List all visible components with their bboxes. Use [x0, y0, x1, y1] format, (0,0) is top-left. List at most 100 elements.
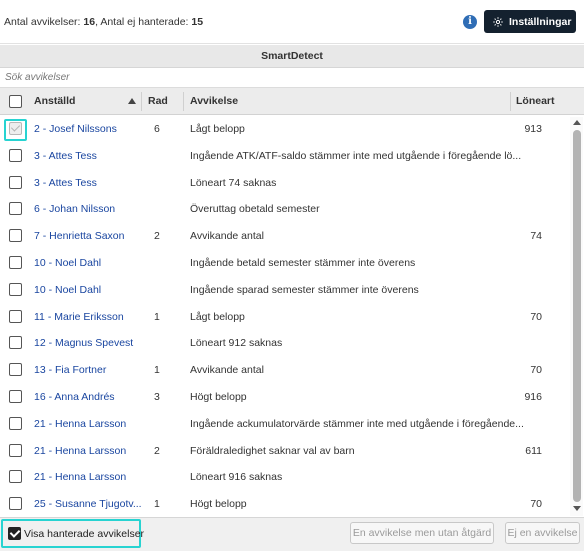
- employee-link[interactable]: 21 - Henna Larsson: [34, 418, 126, 430]
- column-header-employee[interactable]: Anställd: [34, 95, 75, 107]
- employee-link[interactable]: 13 - Fia Fortner: [34, 364, 106, 376]
- row-number: 6: [154, 123, 160, 135]
- row-checkbox[interactable]: [9, 202, 22, 216]
- row-checkbox[interactable]: [9, 416, 22, 430]
- table-row[interactable]: 12 - Magnus Spevest Löneart 912 saknas: [0, 329, 568, 356]
- row-number: 2: [154, 444, 160, 457]
- show-handled-checkbox[interactable]: [8, 527, 21, 540]
- deviation-without-action-button[interactable]: En avvikelse men utan åtgärd: [350, 522, 494, 544]
- deviation-text: Avvikande antal: [190, 230, 264, 243]
- table-row[interactable]: 21 - Henna Larsson Ingående ackumulatorv…: [0, 410, 568, 437]
- table-row[interactable]: 21 - Henna Larsson 2 Föräldraledighet sa…: [0, 437, 568, 464]
- top-bar: Antal avvikelser: 16, Antal ej hanterade…: [0, 0, 584, 44]
- row-checkbox[interactable]: [9, 470, 22, 484]
- table-row[interactable]: 3 - Attes Tess Löneart 74 saknas: [0, 169, 568, 196]
- deviation-text: Löneart 74 saknas: [190, 176, 277, 189]
- unhandled-label: , Antal ej hanterade:: [95, 16, 189, 28]
- employee-link[interactable]: 16 - Anna Andrés: [34, 391, 115, 403]
- deviation-text: Ingående sparad semester stämmer inte öv…: [190, 283, 419, 296]
- table-row[interactable]: 16 - Anna Andrés 3 Högt belopp 916: [0, 383, 568, 410]
- table-row[interactable]: 11 - Marie Eriksson 1 Lågt belopp 70: [0, 303, 568, 330]
- table-row[interactable]: 2 - Josef Nilssons 6 Lågt belopp 913: [0, 115, 568, 142]
- table-header: Anställd Rad Avvikelse Löneart: [0, 88, 584, 115]
- row-checkbox[interactable]: [9, 148, 22, 162]
- table-row[interactable]: 25 - Susanne Tjugotv... 1 Högt belopp 70: [0, 490, 568, 517]
- column-header-deviation[interactable]: Avvikelse: [190, 95, 238, 107]
- wage-type: 70: [530, 498, 542, 511]
- not-a-deviation-button[interactable]: Ej en avvikelse: [505, 522, 580, 544]
- employee-link[interactable]: 3 - Attes Tess: [34, 177, 97, 189]
- deviation-text: Ingående betald semester stämmer inte öv…: [190, 257, 416, 269]
- deviation-text: Högt belopp: [190, 498, 247, 511]
- deviation-text: Löneart 912 saknas: [190, 337, 283, 350]
- row-checkbox[interactable]: [9, 497, 22, 511]
- select-all-checkbox[interactable]: [9, 95, 22, 108]
- scroll-up-icon[interactable]: [573, 120, 581, 125]
- column-divider: [141, 92, 142, 111]
- employee-link[interactable]: 10 - Noel Dahl: [34, 284, 101, 296]
- column-divider: [510, 92, 511, 111]
- row-checkbox[interactable]: [9, 336, 22, 350]
- info-icon[interactable]: i: [463, 15, 477, 29]
- row-number: 2: [154, 230, 160, 243]
- settings-button[interactable]: Inställningar: [484, 10, 576, 33]
- wage-type: 916: [524, 391, 542, 403]
- deviation-text: Avvikande antal: [190, 364, 264, 377]
- wage-type: 913: [524, 123, 542, 135]
- row-number: 3: [154, 391, 160, 403]
- employee-link[interactable]: 25 - Susanne Tjugotv...: [34, 498, 142, 510]
- row-number: 1: [154, 498, 160, 511]
- employee-link[interactable]: 2 - Josef Nilssons: [34, 123, 117, 135]
- employee-link[interactable]: 21 - Henna Larsson: [34, 445, 126, 457]
- table-row[interactable]: 21 - Henna Larsson Löneart 916 saknas: [0, 463, 568, 490]
- settings-button-label: Inställningar: [509, 15, 572, 28]
- deviations-count: 16: [83, 16, 96, 28]
- deviation-list: 2 - Josef Nilssons 6 Lågt belopp 913 3 -…: [0, 115, 568, 517]
- deviation-summary: Antal avvikelser: 16, Antal ej hanterade…: [4, 16, 203, 28]
- row-checkbox[interactable]: [9, 256, 22, 269]
- deviation-text: Överuttag obetald semester: [190, 203, 320, 216]
- deviation-text: Ingående ATK/ATF-saldo stämmer inte med …: [190, 149, 522, 162]
- sort-ascending-icon[interactable]: [128, 98, 136, 104]
- wage-type: 611: [525, 444, 542, 457]
- table-row[interactable]: 3 - Attes Tess Ingående ATK/ATF-saldo st…: [0, 142, 568, 169]
- deviation-text: Lågt belopp: [190, 310, 245, 323]
- row-number: 1: [154, 310, 160, 323]
- employee-link[interactable]: 21 - Henna Larsson: [34, 471, 126, 483]
- deviation-text: Ingående ackumulatorvärde stämmer inte m…: [190, 417, 524, 430]
- table-row[interactable]: 13 - Fia Fortner 1 Avvikande antal 70: [0, 356, 568, 383]
- deviation-text: Löneart 916 saknas: [190, 471, 283, 484]
- table-row[interactable]: 7 - Henrietta Saxon 2 Avvikande antal 74: [0, 222, 568, 249]
- table-row[interactable]: 6 - Johan Nilsson Överuttag obetald seme…: [0, 195, 568, 222]
- table-row[interactable]: 10 - Noel Dahl Ingående betald semester …: [0, 249, 568, 276]
- row-checkbox[interactable]: [9, 175, 22, 189]
- deviation-text: Lågt belopp: [190, 123, 245, 135]
- wage-type: 70: [530, 310, 542, 323]
- column-header-wage-type[interactable]: Löneart: [516, 95, 555, 107]
- employee-link[interactable]: 3 - Attes Tess: [34, 150, 97, 162]
- column-divider: [183, 92, 184, 111]
- row-checkbox[interactable]: [9, 390, 22, 403]
- deviations-label: Antal avvikelser:: [4, 16, 81, 28]
- column-header-row[interactable]: Rad: [148, 95, 168, 107]
- row-checkbox[interactable]: [9, 363, 22, 377]
- row-checkbox[interactable]: [9, 229, 22, 243]
- scrollbar-thumb[interactable]: [573, 130, 581, 502]
- gear-icon: [493, 16, 503, 27]
- row-number: 1: [154, 364, 160, 377]
- row-checkbox[interactable]: [9, 443, 22, 457]
- row-checkbox[interactable]: [9, 309, 22, 323]
- employee-link[interactable]: 10 - Noel Dahl: [34, 257, 101, 269]
- employee-link[interactable]: 6 - Johan Nilsson: [34, 203, 115, 215]
- search-input[interactable]: Sök avvikelser: [0, 68, 584, 88]
- wage-type: 74: [530, 230, 542, 243]
- table-row[interactable]: 10 - Noel Dahl Ingående sparad semester …: [0, 276, 568, 303]
- employee-link[interactable]: 11 - Marie Eriksson: [34, 311, 124, 323]
- row-checkbox[interactable]: [9, 282, 22, 296]
- scroll-down-icon[interactable]: [573, 506, 581, 511]
- wage-type: 70: [530, 364, 542, 377]
- panel-title: SmartDetect: [0, 45, 584, 68]
- employee-link[interactable]: 7 - Henrietta Saxon: [34, 230, 124, 242]
- employee-link[interactable]: 12 - Magnus Spevest: [34, 337, 133, 349]
- show-handled-label[interactable]: Visa hanterade avvikelser: [24, 528, 144, 540]
